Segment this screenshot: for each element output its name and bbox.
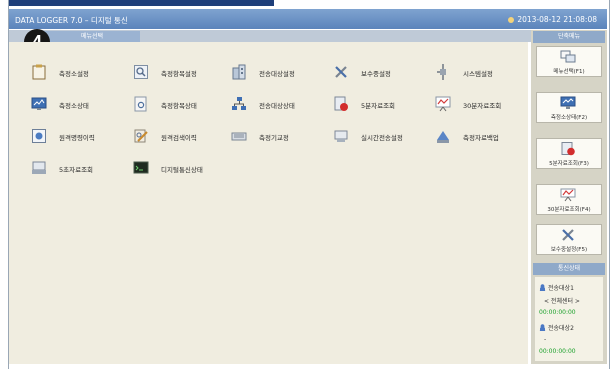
plug-icon [437, 64, 446, 80]
quick-button-label: 메뉴선택(F1) [553, 69, 585, 75]
app-title: DATA LOGGER 7.0 – 디지털 통신 [15, 16, 128, 25]
comm-target-2: 전송대상2 [539, 323, 574, 332]
menu-item-label: 30분자료조회 [463, 102, 502, 110]
magnifier-doc-icon [134, 65, 148, 79]
comm-status-header: 통신상태 [533, 263, 605, 275]
comm-target-1-time: 00:00:00:00 [539, 309, 576, 316]
calibration-icon [231, 132, 247, 141]
monitor-icon [31, 97, 47, 110]
doc-search-icon [134, 96, 147, 112]
quick-button-label: 30분자료조회(F4) [547, 207, 591, 213]
menu-item-label: 측정항목상태 [161, 102, 197, 110]
datetime-text: 2013-08-12 21:08:08 [517, 15, 597, 24]
windows-icon [560, 50, 576, 63]
realtime-icon [334, 130, 348, 142]
tools-icon [335, 66, 347, 78]
quick-5min-data-button[interactable]: 5분자료조회(F3) [536, 138, 602, 169]
backup-icon [437, 131, 449, 143]
menu-item-label: 5초자료조회 [59, 166, 94, 174]
menu-item-label: 측정소상태 [59, 102, 89, 110]
menu-item-label: 실시간전송설정 [361, 134, 403, 142]
title-bar: DATA LOGGER 7.0 – 디지털 통신 2013-08-12 21:0… [9, 9, 607, 29]
menu-panel: 측정소설정 측정항목설정 전송대상설정 보수중설정 시스템설정 측정소상태 측정… [9, 42, 528, 364]
quick-menu-select-button[interactable]: 메뉴선택(F1) [536, 46, 602, 77]
comm-target-name: 전송대상1 [548, 285, 574, 292]
comm-target-1: 전송대상1 [539, 283, 574, 292]
menu-item-label: 시스템설정 [463, 70, 493, 78]
building-icon [232, 64, 246, 80]
menu-item-label: 전송대상상태 [259, 102, 295, 110]
terminal-icon [133, 161, 149, 174]
monitor-icon [560, 96, 576, 109]
menu-item-label: 디지털통신상태 [161, 166, 203, 174]
quick-menu-header: 단축메뉴 [533, 31, 605, 43]
user-icon [539, 284, 546, 291]
menu-item-label: 측정항목설정 [161, 70, 197, 78]
quick-button-label: 5분자료조회(F3) [549, 161, 589, 167]
comm-target-name: 전송대상2 [548, 325, 574, 332]
quick-button-label: 보수중설정(F5) [550, 247, 588, 253]
comm-target-1-sub: < 전체센터 > [544, 298, 580, 305]
menu-item-label: 원격명령이력 [59, 134, 95, 142]
quick-station-status-button[interactable]: 측정소상태(F2) [536, 92, 602, 123]
tools-icon [562, 229, 574, 241]
menu-item-label: 측정자료백업 [463, 134, 499, 142]
quick-button-label: 측정소상태(F2) [550, 115, 588, 121]
quick-30min-data-button[interactable]: 30분자료조회(F4) [536, 184, 602, 215]
menu-item-label: 측정기교정 [259, 134, 289, 142]
menu-item-label: 원격검색이력 [161, 134, 197, 142]
db-red-icon [334, 96, 348, 111]
scanner-icon [32, 161, 46, 174]
comm-target-2-sub: - [544, 336, 547, 343]
tab-menu-select[interactable]: 메뉴선택 [44, 31, 140, 42]
network-icon [232, 97, 246, 110]
menu-item-label: 측정소설정 [59, 70, 89, 78]
remote-doc-icon [32, 129, 46, 143]
datetime-display: 2013-08-12 21:08:08 [508, 15, 597, 24]
user-icon [539, 324, 546, 331]
menu-item-label: 전송대상설정 [259, 70, 295, 78]
clipboard-icon [32, 64, 46, 80]
menu-item-label: 보수중설정 [361, 70, 391, 78]
chart-board-icon [435, 96, 451, 112]
menu-item-label: 5분자료조회 [361, 102, 396, 110]
clock-icon [508, 17, 515, 23]
db-red-icon [561, 142, 575, 156]
pen-search-icon [134, 129, 148, 143]
quick-maintenance-button[interactable]: 보수중설정(F5) [536, 224, 602, 255]
comm-target-2-time: 00:00:00:00 [539, 348, 576, 355]
chart-board-icon [560, 188, 576, 202]
